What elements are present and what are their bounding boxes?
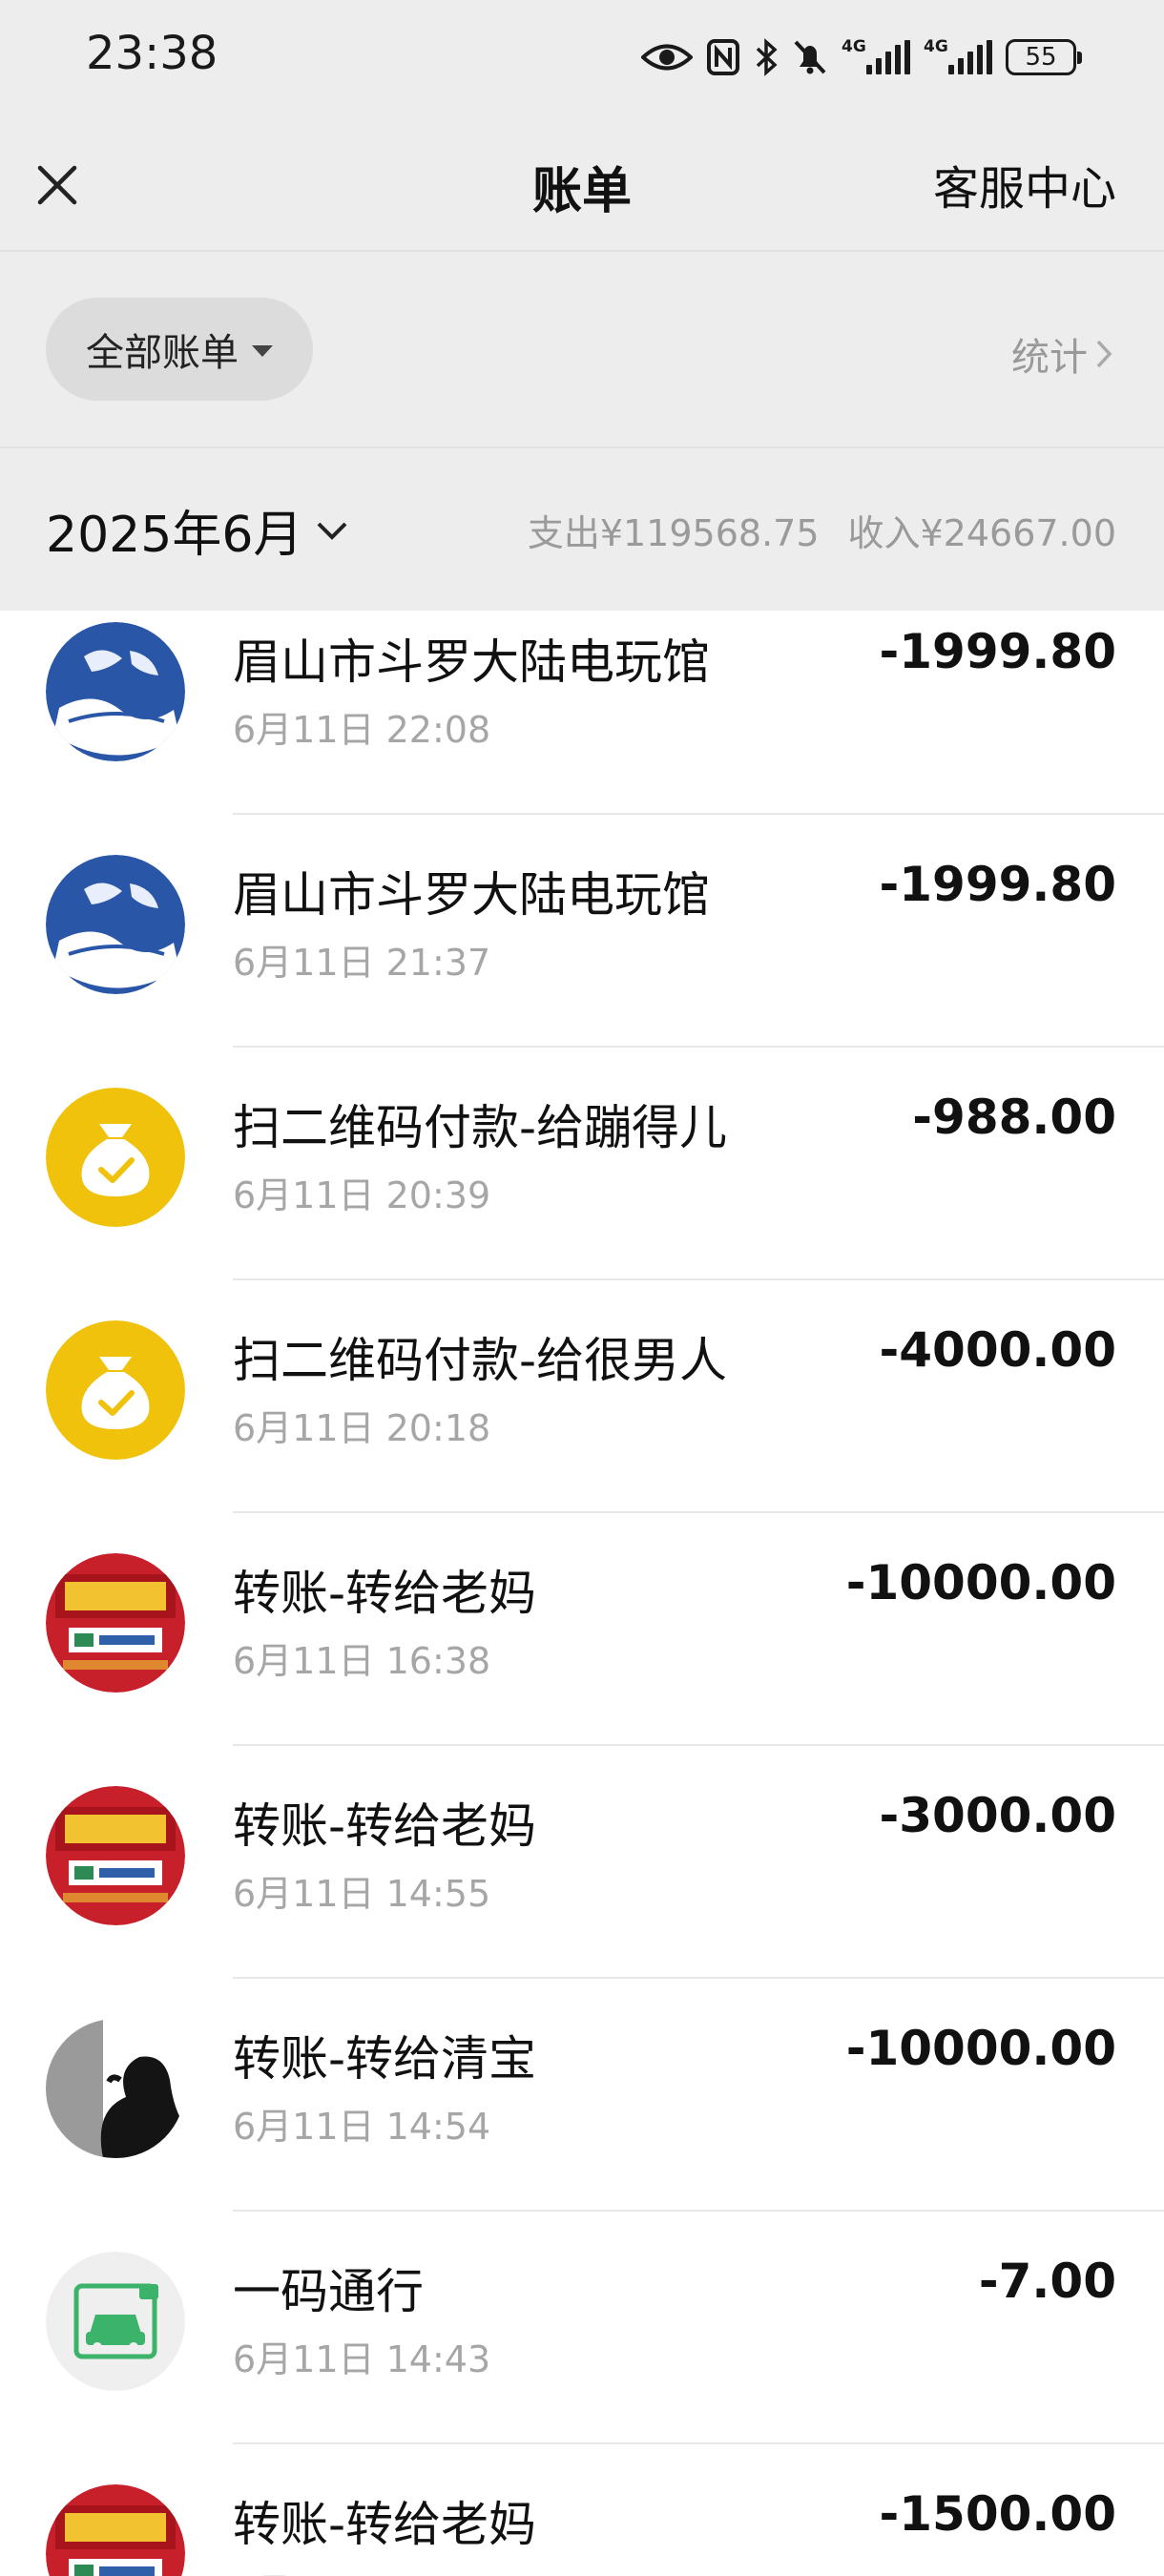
transaction-amount: -4000.00 xyxy=(879,1322,1117,1378)
all-bills-filter[interactable]: 全部账单 xyxy=(46,298,313,401)
globe-logo xyxy=(46,622,185,761)
close-icon xyxy=(37,165,77,205)
statistics-label: 统计 xyxy=(1011,336,1088,380)
car-icon xyxy=(46,2252,185,2391)
month-selector[interactable]: 2025年6月 xyxy=(46,494,348,566)
transaction-amount: -7.00 xyxy=(978,2254,1116,2309)
transaction-amount: -10000.00 xyxy=(845,2021,1116,2076)
caret-down-icon xyxy=(252,345,273,357)
person-photo-avatar xyxy=(46,2019,185,2158)
signal-icon: 4G xyxy=(924,38,992,74)
transaction-row[interactable]: 扫二维码付款-给很男人 6月11日 20:18 -4000.00 xyxy=(0,1280,1164,1513)
transaction-row[interactable]: 转账-转给老妈 6月11日 13:48 -1500.00 xyxy=(0,2444,1164,2576)
transaction-name: 眉山市斗罗大陆电玩馆 xyxy=(233,867,710,923)
red-poster-avatar xyxy=(46,1553,185,1693)
transaction-row[interactable]: 眉山市斗罗大陆电玩馆 6月11日 22:08 -1999.80 xyxy=(0,611,1164,815)
transaction-name: 转账-转给老妈 xyxy=(233,1566,537,1621)
transaction-amount: -988.00 xyxy=(912,1090,1116,1145)
globe-logo xyxy=(46,855,185,994)
eye-icon xyxy=(641,36,693,78)
money-bag-icon xyxy=(46,1320,185,1460)
transaction-name: 眉山市斗罗大陆电玩馆 xyxy=(233,634,710,690)
month-totals: 支出¥119568.75 收入¥24667.00 xyxy=(528,504,1116,556)
mute-icon xyxy=(792,36,828,78)
chevron-down-icon xyxy=(318,522,347,540)
transaction-amount: -1999.80 xyxy=(879,857,1117,912)
red-poster-avatar xyxy=(46,1786,185,1925)
transaction-list: 眉山市斗罗大陆电玩馆 6月11日 22:08 -1999.80 眉山市斗罗大陆电玩馆 6… xyxy=(0,611,1164,2576)
status-time: 23:38 xyxy=(86,27,218,80)
expense-total: 支出¥119568.75 xyxy=(527,512,820,554)
transaction-time: 6月11日 21:37 xyxy=(233,942,491,984)
bluetooth-icon xyxy=(754,36,779,78)
battery-level: 55 xyxy=(1025,43,1057,72)
transaction-name: 转账-转给老妈 xyxy=(233,1798,537,1854)
status-bar: 23:38 4G 4G 55 xyxy=(0,0,1164,114)
transaction-amount: -1500.00 xyxy=(879,2486,1117,2542)
transaction-list-inner: 眉山市斗罗大陆电玩馆 6月11日 22:08 -1999.80 眉山市斗罗大陆电玩馆 6… xyxy=(0,611,1164,2576)
transaction-row[interactable]: 一码通行 6月11日 14:43 -7.00 xyxy=(0,2212,1164,2444)
transaction-amount: -10000.00 xyxy=(845,1555,1116,1610)
status-icons: 4G 4G 55 xyxy=(641,34,1082,80)
customer-service-link[interactable]: 客服中心 xyxy=(933,151,1116,218)
transaction-time: 6月11日 20:39 xyxy=(233,1174,491,1216)
transaction-time: 6月11日 20:18 xyxy=(233,1407,491,1449)
nav-bar: 账单 客服中心 xyxy=(0,114,1164,252)
month-label: 2025年6月 xyxy=(46,507,303,564)
transaction-time: 6月11日 14:55 xyxy=(233,1873,491,1915)
transaction-row[interactable]: 转账-转给清宝 6月11日 14:54 -10000.00 xyxy=(0,1979,1164,2212)
statistics-link[interactable]: 统计 xyxy=(1011,326,1114,382)
transaction-name: 一码通行 xyxy=(233,2264,424,2319)
transaction-amount: -1999.80 xyxy=(879,624,1117,679)
transaction-row[interactable]: 扫二维码付款-给蹦得儿 6月11日 20:39 -988.00 xyxy=(0,1048,1164,1280)
transaction-name: 转账-转给老妈 xyxy=(233,2497,537,2552)
red-poster-avatar xyxy=(46,2484,185,2576)
transaction-time: 6月11日 22:08 xyxy=(233,709,491,751)
filter-row: 全部账单 统计 xyxy=(0,252,1164,448)
transaction-amount: -3000.00 xyxy=(879,1788,1117,1843)
transaction-time: 6月11日 14:54 xyxy=(233,2106,491,2148)
transaction-name: 扫二维码付款-给很男人 xyxy=(233,1333,728,1388)
income-total: 收入¥24667.00 xyxy=(847,512,1117,554)
transaction-row[interactable]: 眉山市斗罗大陆电玩馆 6月11日 21:37 -1999.80 xyxy=(0,815,1164,1048)
signal-icon: 4G xyxy=(842,38,910,74)
transaction-row[interactable]: 转账-转给老妈 6月11日 16:38 -10000.00 xyxy=(0,1513,1164,1746)
header-area: 23:38 4G 4G 55 账单 客服中心 全部账单 统计 2025年6月 支… xyxy=(0,0,1164,611)
month-row: 2025年6月 支出¥119568.75 收入¥24667.00 xyxy=(0,448,1164,611)
transaction-row[interactable]: 转账-转给老妈 6月11日 14:55 -3000.00 xyxy=(0,1746,1164,1979)
chevron-right-icon xyxy=(1096,340,1112,368)
filter-label: 全部账单 xyxy=(86,331,239,375)
money-bag-icon xyxy=(46,1088,185,1227)
transaction-name: 转账-转给清宝 xyxy=(233,2031,537,2087)
transaction-time: 6月11日 14:43 xyxy=(233,2338,491,2380)
battery-icon: 55 xyxy=(1006,39,1082,75)
close-button[interactable] xyxy=(29,156,86,214)
transaction-time: 6月11日 16:38 xyxy=(233,1640,491,1682)
transaction-name: 扫二维码付款-给蹦得儿 xyxy=(233,1100,728,1155)
nfc-icon xyxy=(706,36,740,78)
transaction-time: 6月11日 13:48 xyxy=(233,2563,490,2576)
